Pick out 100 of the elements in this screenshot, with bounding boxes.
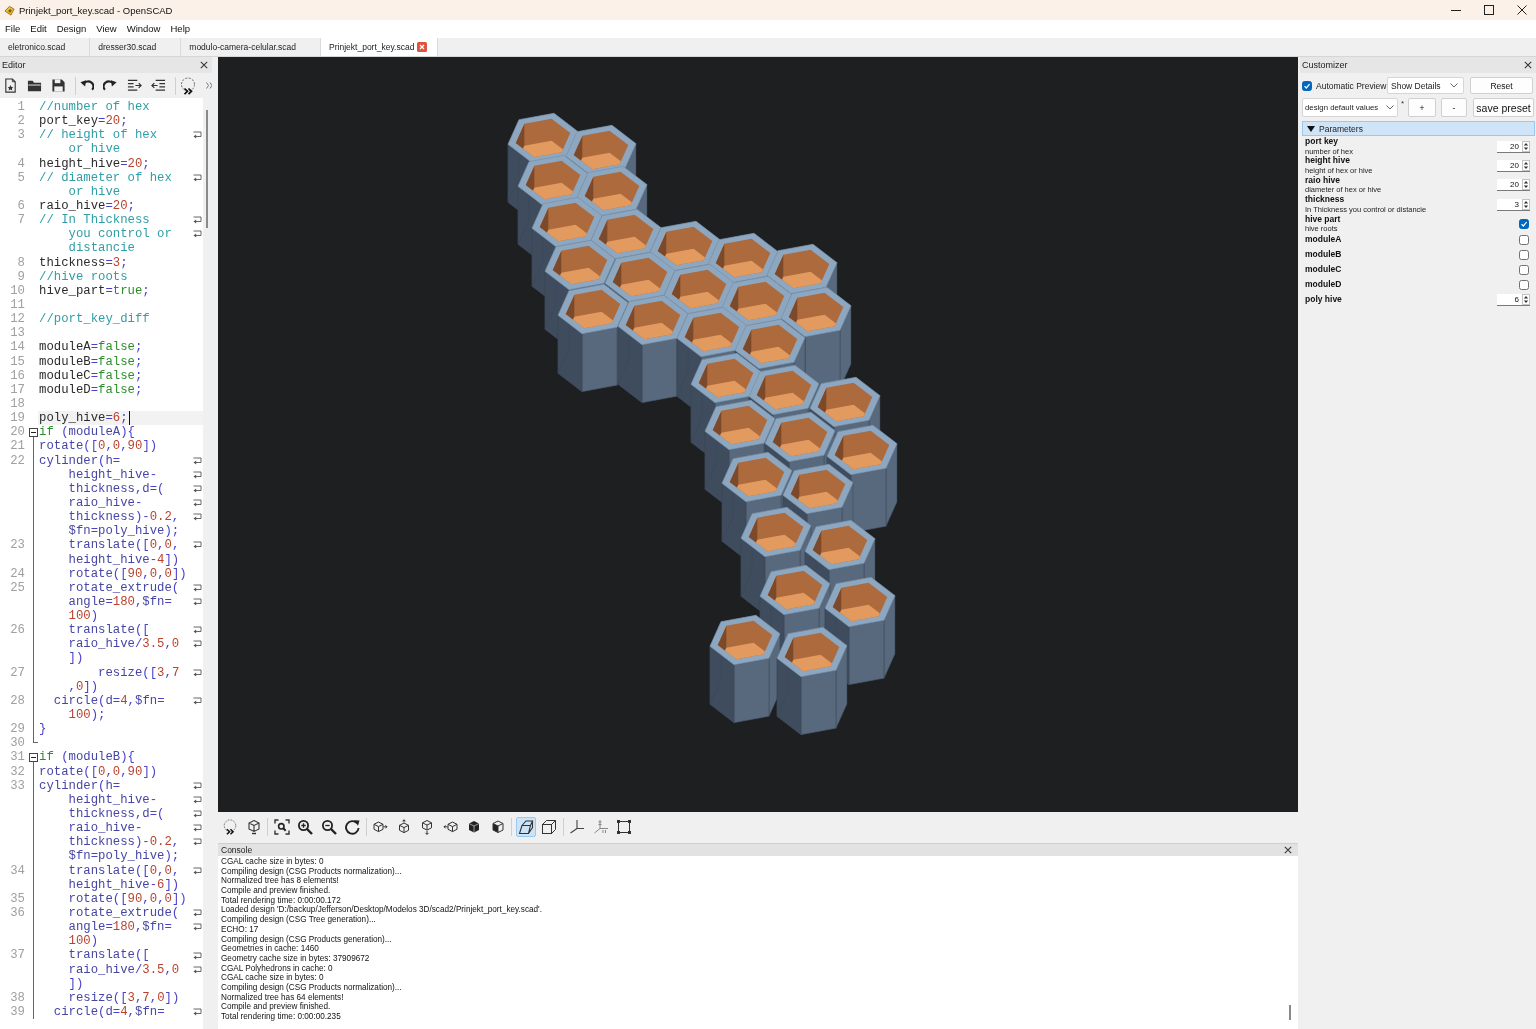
- line-number: 4: [16, 156, 26, 171]
- number-input[interactable]: 6: [1497, 293, 1530, 306]
- save-preset-button[interactable]: save preset: [1473, 98, 1534, 117]
- reset-button[interactable]: Reset: [1470, 77, 1533, 94]
- line-number: 13: [9, 326, 26, 341]
- checkbox[interactable]: [1519, 219, 1529, 230]
- line-number: 7: [16, 213, 26, 228]
- reset-view-icon[interactable]: [344, 818, 360, 835]
- window-title: Prinjekt_port_key.scad - OpenSCAD: [19, 4, 173, 16]
- spin-arrows-icon[interactable]: [1522, 140, 1530, 152]
- double-chevron-icon[interactable]: [206, 82, 213, 89]
- checkbox[interactable]: [1519, 264, 1529, 275]
- document-icon[interactable]: [3, 78, 18, 93]
- preview-icon[interactable]: [179, 76, 197, 95]
- line-number: 8: [16, 255, 26, 270]
- code-line: rotate([0,0,90]): [38, 439, 158, 454]
- console-line: CGAL Polyhedrons in cache: 0: [221, 963, 333, 974]
- collapse-icon[interactable]: [28, 427, 38, 437]
- zoom-fit-icon[interactable]: [273, 818, 290, 835]
- undo-icon[interactable]: [79, 78, 94, 93]
- axes-icon[interactable]: [569, 818, 585, 835]
- menu-item[interactable]: Edit: [25, 21, 52, 37]
- console-line: Loaded design 'D:/backup/Jefferson/Desktop/Modelos 3D/scad2/Prinjekt_port_key.scad'.: [221, 905, 542, 916]
- code-line: cylinder(h= height_hive- thickness,d=( raio_hive- thickness)-0.2, $fn=poly_hive);: [38, 778, 180, 864]
- logo-icon: [4, 4, 15, 16]
- minimize-icon[interactable]: [1451, 9, 1461, 11]
- half-shaded-cube-icon[interactable]: [489, 818, 506, 835]
- preview-icon[interactable]: [222, 818, 238, 835]
- line-number: 37: [9, 948, 26, 963]
- line-number: 25: [9, 580, 26, 595]
- number-input[interactable]: 20: [1497, 160, 1530, 173]
- line-number: 11: [9, 297, 26, 313]
- code-line: circle(d=4,$fn= 100);: [52, 693, 165, 723]
- close-icon[interactable]: [200, 61, 208, 69]
- close-icon[interactable]: [1524, 61, 1532, 69]
- save-icon[interactable]: [51, 78, 66, 93]
- menu-item[interactable]: Window: [121, 21, 166, 37]
- console-line: Compiling design (CSG Products generation)...: [221, 934, 392, 945]
- line-number: 26: [9, 623, 26, 638]
- parameter-name: raio hive: [1305, 175, 1340, 186]
- menu-item[interactable]: Help: [165, 21, 196, 37]
- line-number: 5: [16, 170, 26, 185]
- collapse-icon[interactable]: [28, 752, 38, 762]
- wireframe-cube-icon[interactable]: [541, 818, 557, 835]
- code-line: resize([3,7,0]): [67, 665, 180, 694]
- console-line: Normalized tree has 8 elements!: [221, 876, 339, 886]
- console-line: CGAL cache size in bytes: 0: [221, 973, 324, 983]
- checkbox[interactable]: [1519, 234, 1529, 245]
- cube-icon[interactable]: [245, 818, 262, 835]
- checkbox[interactable]: [1519, 249, 1529, 260]
- dropdown[interactable]: Show Details: [1387, 77, 1464, 94]
- number-input[interactable]: 20: [1497, 179, 1530, 192]
- code-line: if (moduleB){: [38, 750, 135, 765]
- cube-arrow-left-icon[interactable]: [442, 818, 459, 835]
- file-tab[interactable]: dresser30.scad: [90, 38, 182, 56]
- cube-arrow-right-icon[interactable]: [372, 818, 388, 835]
- corner-handles-icon[interactable]: [616, 818, 632, 835]
- console-line: Compiling design (CSG Products normalization)...: [221, 866, 402, 877]
- axes-ticks-icon[interactable]: [592, 818, 609, 835]
- file-tab[interactable]: eletronico.scad: [0, 38, 91, 56]
- file-tab[interactable]: Prinjekt_port_key.scad: [321, 38, 439, 56]
- cube-arrow-down-icon[interactable]: [419, 818, 435, 835]
- menu-item[interactable]: View: [91, 21, 122, 37]
- close-icon[interactable]: [1284, 846, 1292, 854]
- menu-item[interactable]: Design: [51, 21, 92, 37]
- spin-arrows-icon[interactable]: [1522, 293, 1530, 305]
- parameter-name: thickness: [1305, 195, 1345, 205]
- console-line: Compile and preview finished.: [221, 886, 331, 896]
- solid-cube-icon[interactable]: [466, 818, 482, 835]
- remove-preset-button[interactable]: -: [1441, 98, 1467, 117]
- parameter-name: poly hive: [1305, 295, 1342, 305]
- maximize-icon[interactable]: [1484, 5, 1494, 15]
- parameter-name: port key: [1305, 137, 1339, 147]
- folder-icon[interactable]: [27, 78, 42, 93]
- perspective-box-icon: [517, 818, 534, 835]
- number-input[interactable]: 20: [1497, 140, 1530, 153]
- spin-arrows-icon[interactable]: [1522, 179, 1530, 191]
- redo-icon[interactable]: [103, 78, 118, 93]
- viewport[interactable]: [218, 57, 1298, 812]
- code-line: // In Thickness you control or distancie: [38, 213, 172, 256]
- checkbox[interactable]: [1519, 279, 1529, 290]
- toggle-button[interactable]: [515, 816, 536, 837]
- spin-arrows-icon[interactable]: [1522, 198, 1530, 210]
- code-line: circle(d=4,$fn=: [52, 1005, 165, 1020]
- number-input[interactable]: 3: [1497, 198, 1530, 211]
- line-number: 23: [9, 538, 26, 553]
- close-icon[interactable]: [1517, 5, 1527, 15]
- code-line: port_key=20;: [38, 114, 128, 129]
- add-preset-button[interactable]: +: [1408, 98, 1436, 117]
- zoom-in-icon[interactable]: [297, 818, 313, 835]
- menu-item[interactable]: File: [0, 21, 26, 37]
- zoom-out-icon[interactable]: [320, 818, 337, 835]
- unindent-icon[interactable]: [151, 78, 166, 93]
- spin-arrows-icon[interactable]: [1522, 160, 1530, 172]
- code-line: height_hive=20;: [38, 156, 150, 171]
- scrollbar-thumb[interactable]: [206, 110, 208, 228]
- group-header[interactable]: Parameters: [1302, 121, 1535, 136]
- indent-icon[interactable]: [127, 78, 142, 93]
- checkbox[interactable]: [1302, 80, 1312, 91]
- scrollbar-thumb[interactable]: [1289, 1005, 1291, 1020]
